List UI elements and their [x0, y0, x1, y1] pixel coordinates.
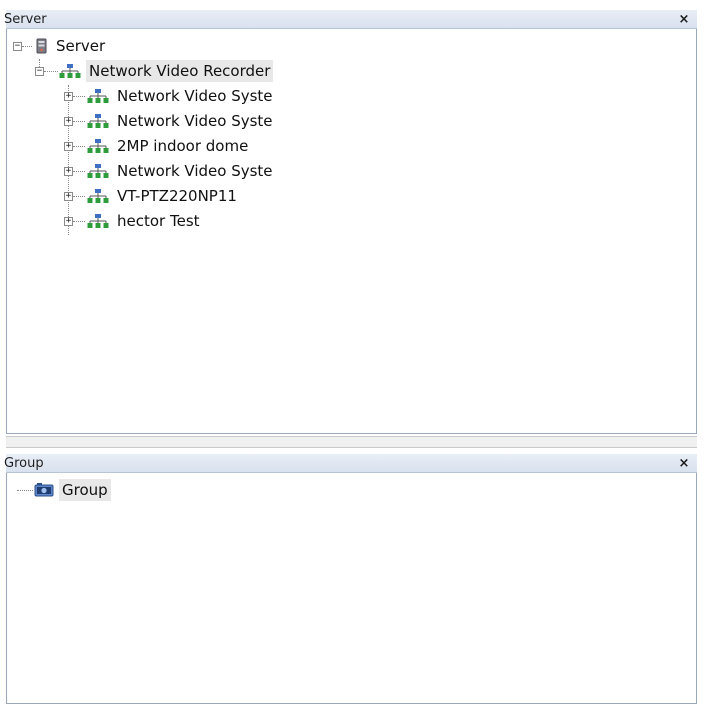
- tree-node-server[interactable]: − Server: [7, 35, 307, 57]
- server-tree-view[interactable]: − Server − Network Video Recorder + Netw…: [6, 29, 697, 434]
- group-tree: Group: [7, 473, 696, 703]
- expand-toggle[interactable]: +: [64, 117, 73, 126]
- tree-connector: [73, 146, 85, 148]
- device-manager-window: Server × − Server − Network Video Record…: [0, 0, 706, 704]
- group-camera-icon: [34, 483, 54, 497]
- tree-node-device[interactable]: + VT-PTZ220NP11: [7, 185, 327, 207]
- tree-connector: [17, 490, 33, 492]
- group-tree-view[interactable]: Group: [6, 473, 697, 704]
- tree-node-label: Network Video Syste: [117, 162, 273, 180]
- server-panel-header: Server ×: [4, 10, 697, 29]
- server-tree: − Server − Network Video Recorder + Netw…: [7, 29, 696, 433]
- network-device-icon: [87, 164, 109, 178]
- tree-node-label: 2MP indoor dome: [117, 137, 249, 155]
- tree-node-label: VT-PTZ220NP11: [117, 187, 237, 205]
- server-icon: [36, 38, 47, 54]
- tree-connector: [22, 46, 32, 48]
- server-panel-close-button[interactable]: ×: [677, 10, 691, 29]
- tree-node-device[interactable]: + Network Video Syste: [7, 85, 327, 107]
- expand-toggle[interactable]: +: [64, 167, 73, 176]
- tree-node-device[interactable]: + Network Video Syste: [7, 110, 327, 132]
- expand-toggle[interactable]: +: [64, 142, 73, 151]
- network-device-icon: [59, 64, 81, 78]
- tree-connector: [73, 171, 85, 173]
- group-panel-header: Group ×: [4, 454, 697, 473]
- network-device-icon: [87, 89, 109, 103]
- tree-node-label: hector Test: [117, 212, 200, 230]
- tree-connector: [73, 121, 85, 123]
- network-device-icon: [87, 189, 109, 203]
- network-device-icon: [87, 114, 109, 128]
- tree-node-label: Group: [59, 479, 111, 501]
- expand-toggle[interactable]: +: [64, 192, 73, 201]
- panel-splitter[interactable]: [6, 436, 697, 448]
- network-device-icon: [87, 214, 109, 228]
- tree-node-device[interactable]: + Network Video Syste: [7, 160, 327, 182]
- tree-node-recorder[interactable]: − Network Video Recorder: [7, 60, 327, 82]
- expand-toggle[interactable]: +: [64, 92, 73, 101]
- group-panel-close-button[interactable]: ×: [677, 454, 691, 473]
- tree-node-label: Server: [56, 37, 106, 55]
- tree-connector: [44, 71, 58, 73]
- group-panel: Group × Group: [4, 454, 697, 704]
- collapse-toggle[interactable]: −: [13, 42, 22, 51]
- tree-connector: [73, 196, 85, 198]
- tree-node-label: Network Video Syste: [117, 87, 273, 105]
- tree-node-device[interactable]: + hector Test: [7, 210, 327, 232]
- server-panel-title: Server: [4, 12, 47, 27]
- tree-connector: [73, 96, 85, 98]
- tree-connector: [73, 221, 85, 223]
- expand-toggle[interactable]: +: [64, 217, 73, 226]
- tree-node-group[interactable]: Group: [7, 479, 207, 501]
- server-panel: Server × − Server − Network Video Record…: [4, 10, 697, 434]
- group-panel-title: Group: [4, 456, 44, 471]
- tree-node-label: Network Video Recorder: [86, 60, 274, 82]
- tree-node-label: Network Video Syste: [117, 112, 273, 130]
- tree-node-device[interactable]: + 2MP indoor dome: [7, 135, 327, 157]
- network-device-icon: [87, 139, 109, 153]
- collapse-toggle[interactable]: −: [35, 67, 44, 76]
